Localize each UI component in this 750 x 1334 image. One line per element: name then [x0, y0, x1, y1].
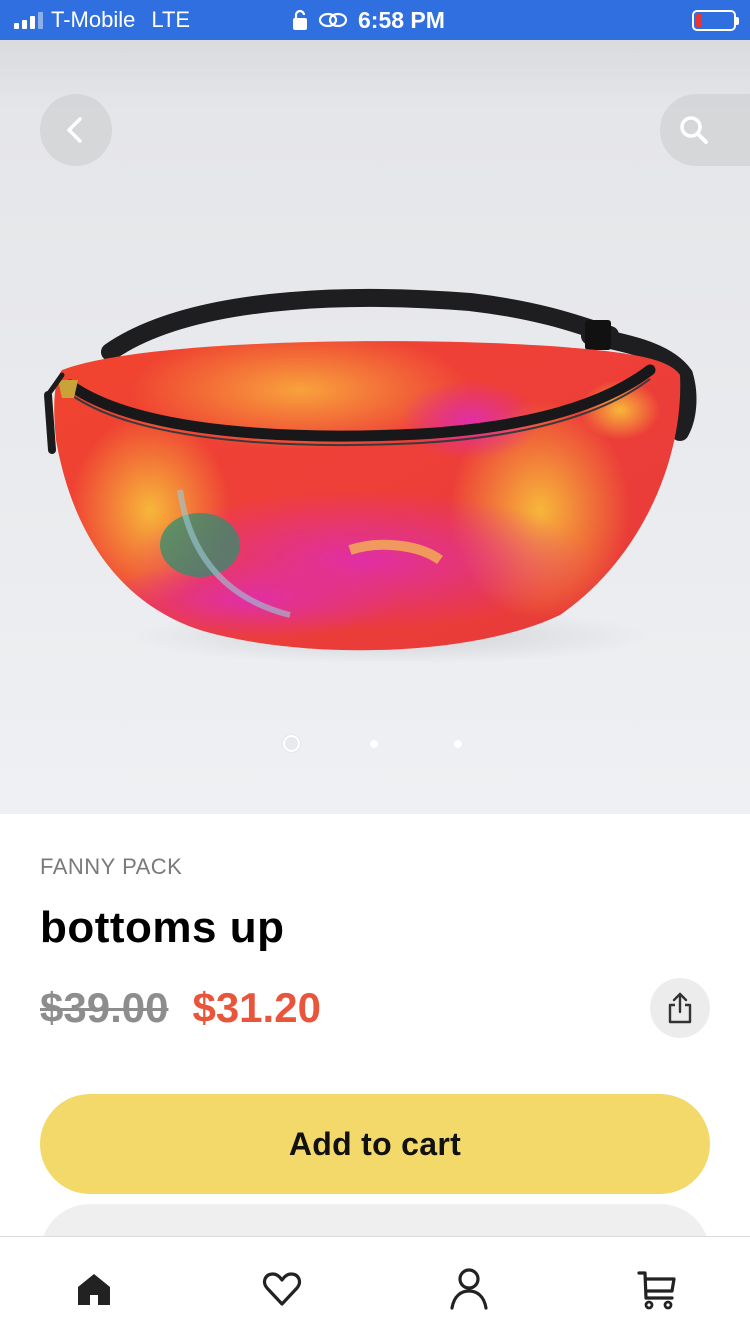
- product-title: bottoms up: [40, 903, 285, 952]
- bottom-nav: [0, 1236, 750, 1334]
- status-right: [692, 0, 739, 40]
- status-left: T-Mobile LTE: [14, 0, 190, 40]
- nav-cart[interactable]: [635, 1267, 679, 1311]
- signal-icon: [14, 11, 43, 29]
- product-image-carousel[interactable]: [0, 40, 750, 814]
- carousel-dots: [0, 735, 750, 752]
- price-row: $39.00 $31.20: [40, 980, 321, 1036]
- cart-icon: [637, 1271, 676, 1310]
- product-category: FANNY PACK: [40, 854, 183, 879]
- chevron-left-icon: [67, 117, 82, 143]
- carousel-dot[interactable]: [454, 740, 462, 748]
- search-button[interactable]: [660, 94, 750, 166]
- status-center: 6:58 PM: [292, 0, 445, 40]
- network-label: LTE: [151, 7, 191, 32]
- lock-icon: [293, 9, 307, 30]
- carrier-label: T-Mobile: [51, 7, 136, 32]
- sale-price: $31.20: [192, 984, 321, 1031]
- add-to-cart-button[interactable]: Add to cart: [40, 1094, 710, 1194]
- nav-home[interactable]: [72, 1267, 116, 1311]
- share-icon: [668, 992, 692, 1024]
- status-bar: T-Mobile LTE 6:58 PM: [0, 0, 750, 40]
- carousel-dot-active[interactable]: [283, 735, 300, 752]
- carousel-dot[interactable]: [370, 740, 378, 748]
- home-icon: [78, 1274, 110, 1305]
- nav-account[interactable]: [447, 1267, 491, 1311]
- back-button[interactable]: [40, 94, 112, 166]
- nav-wishlist[interactable]: [260, 1267, 304, 1311]
- share-button[interactable]: [650, 978, 710, 1038]
- search-icon: [680, 116, 708, 144]
- product-image: [44, 288, 697, 664]
- original-price: $39.00: [40, 984, 169, 1031]
- battery-icon: [692, 9, 739, 31]
- link-icon: [318, 12, 348, 28]
- user-icon: [450, 1268, 488, 1310]
- clock: 6:58 PM: [358, 6, 445, 33]
- heart-icon: [262, 1272, 302, 1306]
